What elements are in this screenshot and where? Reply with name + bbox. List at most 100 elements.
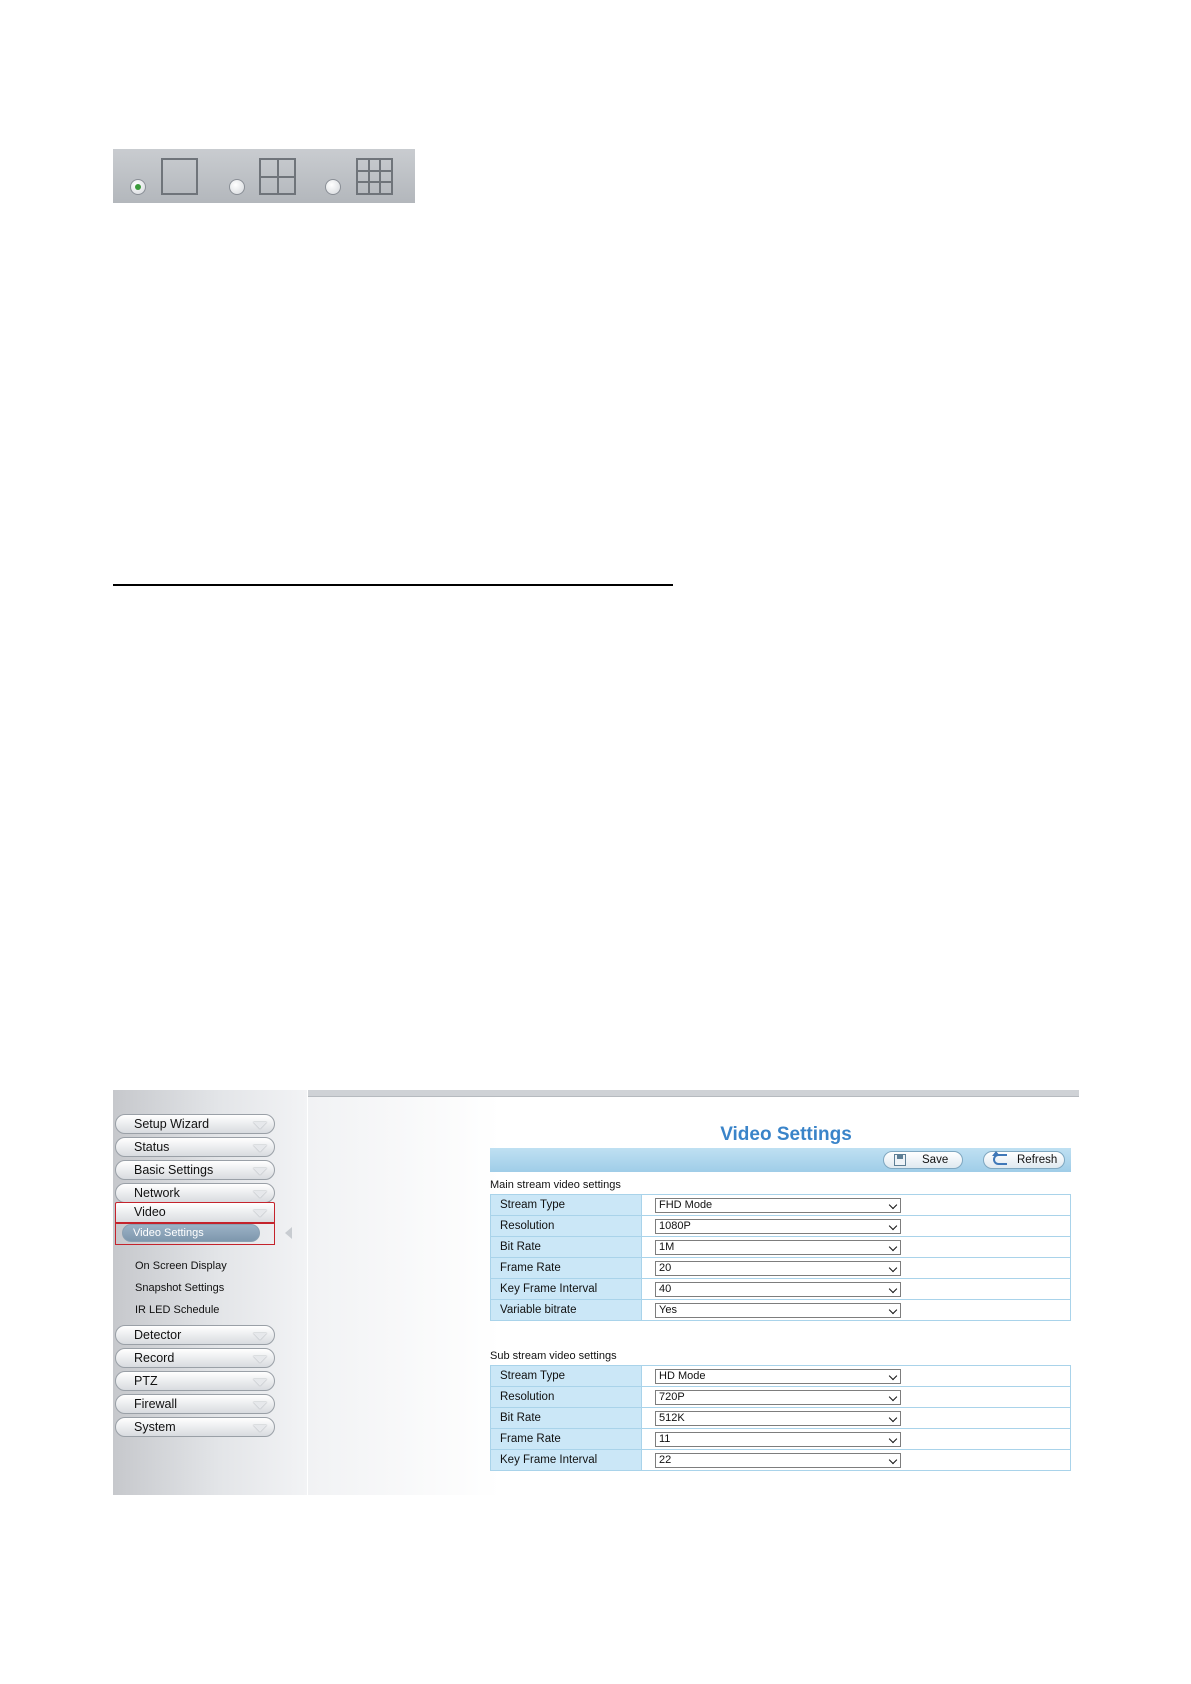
- row-value: HD Mode: [641, 1365, 1071, 1387]
- menu-basic-settings[interactable]: Basic Settings: [115, 1160, 275, 1180]
- row-label: Bit Rate: [490, 1407, 642, 1429]
- row-value: 11: [641, 1428, 1071, 1450]
- sidebar: Setup Wizard Status Basic Settings Netwo…: [113, 1090, 307, 1495]
- chevron-down-icon: [253, 1333, 267, 1340]
- table-row: Variable bitrate Yes: [490, 1299, 1071, 1321]
- chevron-down-icon: [888, 1263, 898, 1272]
- refresh-icon: [992, 1151, 1007, 1165]
- main-stream-table: Stream Type FHD Mode Resolution 1080P Bi…: [490, 1194, 1071, 1321]
- row-label: Frame Rate: [490, 1257, 642, 1279]
- key-frame-interval-select[interactable]: 40: [655, 1281, 901, 1297]
- sub-bit-rate-select[interactable]: 512K: [655, 1410, 901, 1426]
- menu-label: System: [134, 1420, 176, 1434]
- select-value: 11: [659, 1432, 671, 1445]
- row-value: 512K: [641, 1407, 1071, 1429]
- submenu-video-settings[interactable]: Video Settings: [122, 1224, 260, 1242]
- select-value: Yes: [659, 1303, 677, 1316]
- chevron-down-icon: [888, 1284, 898, 1293]
- select-value: 40: [659, 1282, 672, 1295]
- row-label: Bit Rate: [490, 1236, 642, 1258]
- select-value: 720P: [659, 1390, 685, 1403]
- chevron-down-icon: [253, 1425, 267, 1432]
- camera-settings-screenshot: Setup Wizard Status Basic Settings Netwo…: [113, 1090, 1079, 1495]
- menu-label: Record: [134, 1351, 175, 1365]
- chevron-down-icon: [253, 1379, 267, 1386]
- submenu-ir-led-schedule[interactable]: IR LED Schedule: [135, 1304, 219, 1316]
- row-label: Variable bitrate: [490, 1299, 642, 1321]
- chevron-down-icon: [253, 1191, 267, 1198]
- chevron-down-icon: [888, 1200, 898, 1209]
- stream-type-select[interactable]: FHD Mode: [655, 1197, 901, 1213]
- sub-frame-rate-select[interactable]: 11: [655, 1431, 901, 1447]
- menu-firewall[interactable]: Firewall: [115, 1394, 275, 1414]
- sub-resolution-select[interactable]: 720P: [655, 1389, 901, 1405]
- row-value: 1M: [641, 1236, 1071, 1258]
- chevron-down-icon: [888, 1455, 898, 1464]
- save-button[interactable]: Save: [883, 1151, 963, 1169]
- row-label: Frame Rate: [490, 1428, 642, 1450]
- menu-video[interactable]: Video: [115, 1202, 275, 1224]
- table-row: Stream Type HD Mode: [490, 1365, 1071, 1387]
- chevron-down-icon: [888, 1221, 898, 1230]
- select-value: 22: [659, 1453, 672, 1466]
- menu-system[interactable]: System: [115, 1417, 275, 1437]
- sub-key-frame-interval-select[interactable]: 22: [655, 1452, 901, 1468]
- table-row: Resolution 720P: [490, 1386, 1071, 1408]
- chevron-down-icon: [888, 1242, 898, 1251]
- variable-bitrate-select[interactable]: Yes: [655, 1302, 901, 1318]
- layout-1-radio[interactable]: [130, 179, 146, 195]
- select-value: HD Mode: [659, 1369, 706, 1382]
- horizontal-rule: [113, 584, 673, 586]
- menu-record[interactable]: Record: [115, 1348, 275, 1368]
- sub-stream-type-select[interactable]: HD Mode: [655, 1368, 901, 1384]
- quad-view-icon: [259, 158, 296, 195]
- resolution-select[interactable]: 1080P: [655, 1218, 901, 1234]
- toolbar: Save Refresh: [490, 1148, 1071, 1172]
- refresh-label: Refresh: [1017, 1154, 1058, 1166]
- menu-label: Firewall: [134, 1397, 178, 1411]
- chevron-down-icon: [253, 1145, 267, 1152]
- row-value: 20: [641, 1257, 1071, 1279]
- select-value: 1M: [659, 1240, 675, 1253]
- chevron-down-icon: [253, 1356, 267, 1363]
- top-bar: [308, 1090, 1079, 1097]
- chevron-down-icon: [253, 1122, 267, 1129]
- table-row: Key Frame Interval 22: [490, 1449, 1071, 1471]
- menu-status[interactable]: Status: [115, 1137, 275, 1157]
- menu-detector[interactable]: Detector: [115, 1325, 275, 1345]
- layout-4-radio[interactable]: [229, 179, 245, 195]
- table-row: Bit Rate 1M: [490, 1236, 1071, 1258]
- layout-selector: [113, 149, 415, 203]
- main-stream-title: Main stream video settings: [490, 1179, 621, 1191]
- save-icon: [894, 1154, 906, 1166]
- save-label: Save: [922, 1154, 949, 1166]
- row-value: 720P: [641, 1386, 1071, 1408]
- layout-9-radio[interactable]: [325, 179, 341, 195]
- sub-stream-table: Stream Type HD Mode Resolution 720P Bit …: [490, 1365, 1071, 1471]
- frame-rate-select[interactable]: 20: [655, 1260, 901, 1276]
- table-row: Stream Type FHD Mode: [490, 1194, 1071, 1216]
- single-view-icon: [161, 158, 198, 195]
- menu-label: Status: [134, 1140, 170, 1154]
- active-pointer-icon: [285, 1227, 292, 1239]
- row-value: FHD Mode: [641, 1194, 1071, 1216]
- bit-rate-select[interactable]: 1M: [655, 1239, 901, 1255]
- row-label: Resolution: [490, 1215, 642, 1237]
- select-value: 1080P: [659, 1219, 691, 1232]
- menu-ptz[interactable]: PTZ: [115, 1371, 275, 1391]
- row-label: Stream Type: [490, 1194, 642, 1216]
- menu-network[interactable]: Network: [115, 1183, 275, 1203]
- row-label: Key Frame Interval: [490, 1278, 642, 1300]
- table-row: Frame Rate 11: [490, 1428, 1071, 1450]
- submenu-on-screen-display[interactable]: On Screen Display: [135, 1260, 227, 1272]
- table-row: Resolution 1080P: [490, 1215, 1071, 1237]
- select-value: FHD Mode: [659, 1198, 713, 1211]
- menu-setup-wizard[interactable]: Setup Wizard: [115, 1114, 275, 1134]
- refresh-button[interactable]: Refresh: [983, 1151, 1065, 1169]
- submenu-snapshot-settings[interactable]: Snapshot Settings: [135, 1282, 224, 1294]
- menu-label: Detector: [134, 1328, 182, 1342]
- row-label: Stream Type: [490, 1365, 642, 1387]
- sub-stream-title: Sub stream video settings: [490, 1350, 617, 1362]
- menu-label: Video: [134, 1205, 166, 1219]
- page-title: Video Settings: [720, 1124, 852, 1145]
